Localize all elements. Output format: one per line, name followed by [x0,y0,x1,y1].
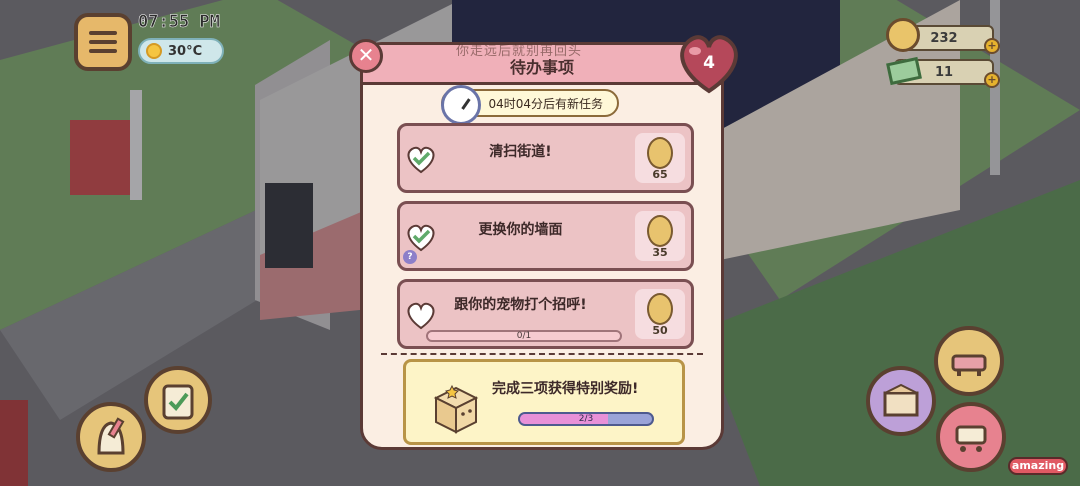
inventory-button[interactable] [866,366,936,436]
stopwatch-icon [441,85,481,125]
gift-box-icon [433,384,479,434]
ghost-pencil-icon [97,417,125,455]
task-item[interactable]: ? 更换你的墙面 35 [397,201,694,271]
box-icon [883,383,919,417]
task-reward: 50 [635,289,685,339]
sofa-icon [951,354,987,376]
coin-icon [647,215,673,247]
todo-dialog: 待办事项 ✕ 4 04时04分后有新任务 清扫街道! 65 ? 更换你的墙面 3… [349,35,738,450]
bonus-reward-panel[interactable]: 完成三项获得特别奖励! 2/3 [403,359,685,445]
decorate-button[interactable] [76,402,146,472]
task-title: 跟你的宠物打个招呼! [454,297,587,313]
close-button[interactable]: ✕ [349,39,383,73]
task-progress-text: 0/1 [516,331,532,341]
shop-button[interactable] [936,402,1006,472]
cart-icon [955,425,987,452]
furniture-button[interactable] [934,326,1004,396]
task-title: 更换你的墙面 [478,222,563,238]
cash-count: 11 [934,64,954,80]
sun-icon [146,43,162,59]
task-reward: 35 [635,211,685,261]
temperature-label: 30°C [168,43,203,59]
task-item[interactable]: 跟你的宠物打个招呼! 0/1 50 [397,279,694,349]
heart-badge: 4 [673,27,745,99]
clipboard-check-icon [162,384,194,420]
coin-icon [647,137,673,169]
bonus-progress-text: 2/3 [578,414,594,424]
amazing-label: amazing [1008,457,1068,475]
reward-amount: 65 [652,168,668,181]
task-item[interactable]: 清扫街道! 65 [397,123,694,193]
menu-bar-2 [89,40,117,44]
game-clock: 07:55 PM [138,12,220,33]
help-icon[interactable]: ? [403,250,417,264]
overlay-caption: 你走远后就别再回头 [456,44,583,59]
menu-button[interactable] [74,13,132,71]
add-cash-button[interactable]: + [984,72,1000,88]
coin-icon [647,293,673,325]
menu-bar-1 [89,31,117,35]
heart-count: 4 [703,53,715,73]
task-list-button[interactable] [144,366,212,434]
coin-count: 232 [930,30,958,46]
add-coins-button[interactable]: + [984,38,1000,54]
game-scene: 07:55 PM 30°C 232 + 11 + amazing 待办事项 ✕ … [0,0,1080,486]
timer-text: 04时04分后有新任务 [488,96,603,111]
task-title: 清扫街道! [489,144,552,160]
coin-icon [886,18,920,52]
reward-amount: 50 [652,324,668,337]
task-reward: 65 [635,133,685,183]
weather-badge: 30°C [138,38,224,64]
reward-amount: 35 [652,246,668,259]
bonus-text: 完成三项获得特别奖励! [492,381,639,397]
menu-bar-3 [89,49,117,53]
divider [381,353,703,355]
